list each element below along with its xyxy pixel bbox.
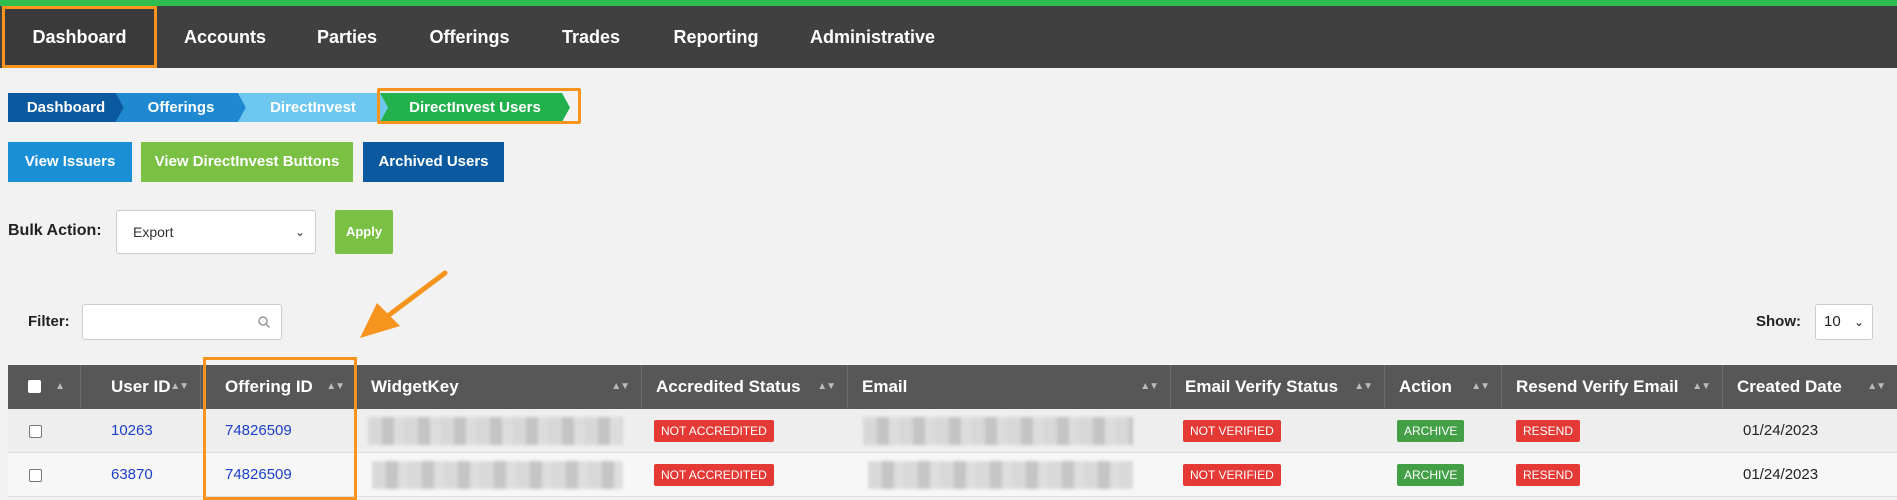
created-date-cell: 01/24/2023 (1743, 466, 1819, 483)
row-checkbox[interactable] (29, 425, 42, 438)
status-badge: NOT VERIFIED (1183, 420, 1281, 443)
column-label: User ID (111, 377, 171, 396)
page-size-select[interactable]: 10 ⌄ (1815, 304, 1873, 340)
email-verify-status-cell: NOT VERIFIED (1171, 409, 1281, 453)
select-all-checkbox[interactable] (28, 380, 41, 393)
column-accredited-status[interactable]: Accredited Status ▲▼ (642, 365, 848, 409)
nav-dashboard[interactable]: Dashboard (2, 6, 157, 68)
accredited-status-cell: NOT ACCREDITED (642, 409, 774, 453)
breadcrumb-offerings[interactable]: Offerings (116, 93, 246, 122)
email-redacted (868, 461, 1133, 489)
nav-administrative[interactable]: Administrative (800, 6, 945, 68)
column-label: Resend Verify Email (1516, 377, 1679, 396)
search-icon (258, 316, 271, 329)
nav-accounts[interactable]: Accounts (170, 6, 280, 68)
annotation-highlight-breadcrumb (377, 88, 581, 124)
sort-icon: ▲▼ (611, 381, 630, 392)
select-all-column: ▲ (8, 365, 81, 409)
nav-trades[interactable]: Trades (545, 6, 637, 68)
annotation-arrow-icon (360, 270, 448, 338)
bulk-action-selected: Export (133, 224, 174, 240)
chevron-down-icon: ⌄ (1853, 315, 1864, 329)
status-badge: NOT ACCREDITED (654, 420, 774, 443)
column-label: Accredited Status (656, 377, 801, 396)
nav-parties[interactable]: Parties (297, 6, 397, 68)
resend-cell: RESEND (1502, 453, 1581, 497)
column-created-date[interactable]: Created Date ▲▼ (1723, 365, 1897, 409)
archive-button[interactable]: ARCHIVE (1397, 464, 1465, 487)
resend-cell: RESEND (1502, 409, 1581, 453)
chevron-down-icon: ⌄ (294, 225, 305, 239)
breadcrumb-directinvest[interactable]: DirectInvest (238, 93, 388, 122)
nav-reporting[interactable]: Reporting (660, 6, 772, 68)
column-user-id[interactable]: User ID ▲▼ (81, 365, 201, 409)
email-verify-status-cell: NOT VERIFIED (1171, 453, 1281, 497)
column-label: Email (862, 377, 908, 396)
bulk-action-label: Bulk Action: (8, 222, 102, 239)
widgetkey-redacted (368, 417, 623, 445)
column-label: WidgetKey (371, 377, 459, 396)
sort-icon[interactable]: ▲ (55, 365, 65, 409)
apply-button[interactable]: Apply (335, 210, 393, 254)
user-id-link[interactable]: 10263 (81, 409, 153, 453)
action-cell: ARCHIVE (1385, 453, 1465, 497)
sort-icon: ▲▼ (1867, 381, 1886, 392)
column-widgetkey[interactable]: WidgetKey ▲▼ (357, 365, 642, 409)
column-label: Created Date (1737, 377, 1842, 396)
action-cell: ARCHIVE (1385, 409, 1465, 453)
top-nav: Dashboard Accounts Parties Offerings Tra… (0, 0, 1897, 68)
column-action[interactable]: Action ▲▼ (1385, 365, 1502, 409)
sort-icon: ▲▼ (1140, 381, 1159, 392)
column-email-verify-status[interactable]: Email Verify Status ▲▼ (1171, 365, 1385, 409)
column-label: Email Verify Status (1185, 377, 1339, 396)
page-size-selected: 10 (1824, 313, 1841, 330)
filter-label: Filter: (28, 313, 70, 330)
user-id-link[interactable]: 63870 (81, 453, 153, 497)
widgetkey-redacted (372, 461, 623, 489)
filter-input[interactable] (82, 304, 282, 340)
status-badge: NOT VERIFIED (1183, 464, 1281, 487)
sort-icon: ▲▼ (1471, 381, 1490, 392)
row-checkbox[interactable] (29, 469, 42, 482)
sort-icon: ▲▼ (1354, 381, 1373, 392)
view-directinvest-buttons-button[interactable]: View DirectInvest Buttons (141, 142, 353, 182)
sort-icon: ▲▼ (1692, 381, 1711, 392)
sort-icon: ▲▼ (170, 381, 189, 392)
column-label: Action (1399, 377, 1452, 396)
column-resend-verify-email[interactable]: Resend Verify Email ▲▼ (1502, 365, 1723, 409)
show-label: Show: (1756, 313, 1801, 330)
view-issuers-button[interactable]: View Issuers (8, 142, 132, 182)
archive-button[interactable]: ARCHIVE (1397, 420, 1465, 443)
bulk-action-select[interactable]: Export ⌄ (116, 210, 316, 254)
email-redacted (863, 417, 1133, 445)
annotation-highlight-offering-id (203, 357, 357, 500)
resend-button[interactable]: RESEND (1516, 420, 1581, 443)
accredited-status-cell: NOT ACCREDITED (642, 453, 774, 497)
status-badge: NOT ACCREDITED (654, 464, 774, 487)
sort-icon: ▲▼ (817, 381, 836, 392)
archived-users-button[interactable]: Archived Users (363, 142, 504, 182)
nav-offerings[interactable]: Offerings (417, 6, 522, 68)
breadcrumb-dashboard[interactable]: Dashboard (8, 93, 124, 122)
column-email[interactable]: Email ▲▼ (848, 365, 1171, 409)
resend-button[interactable]: RESEND (1516, 464, 1581, 487)
created-date-cell: 01/24/2023 (1743, 422, 1819, 439)
